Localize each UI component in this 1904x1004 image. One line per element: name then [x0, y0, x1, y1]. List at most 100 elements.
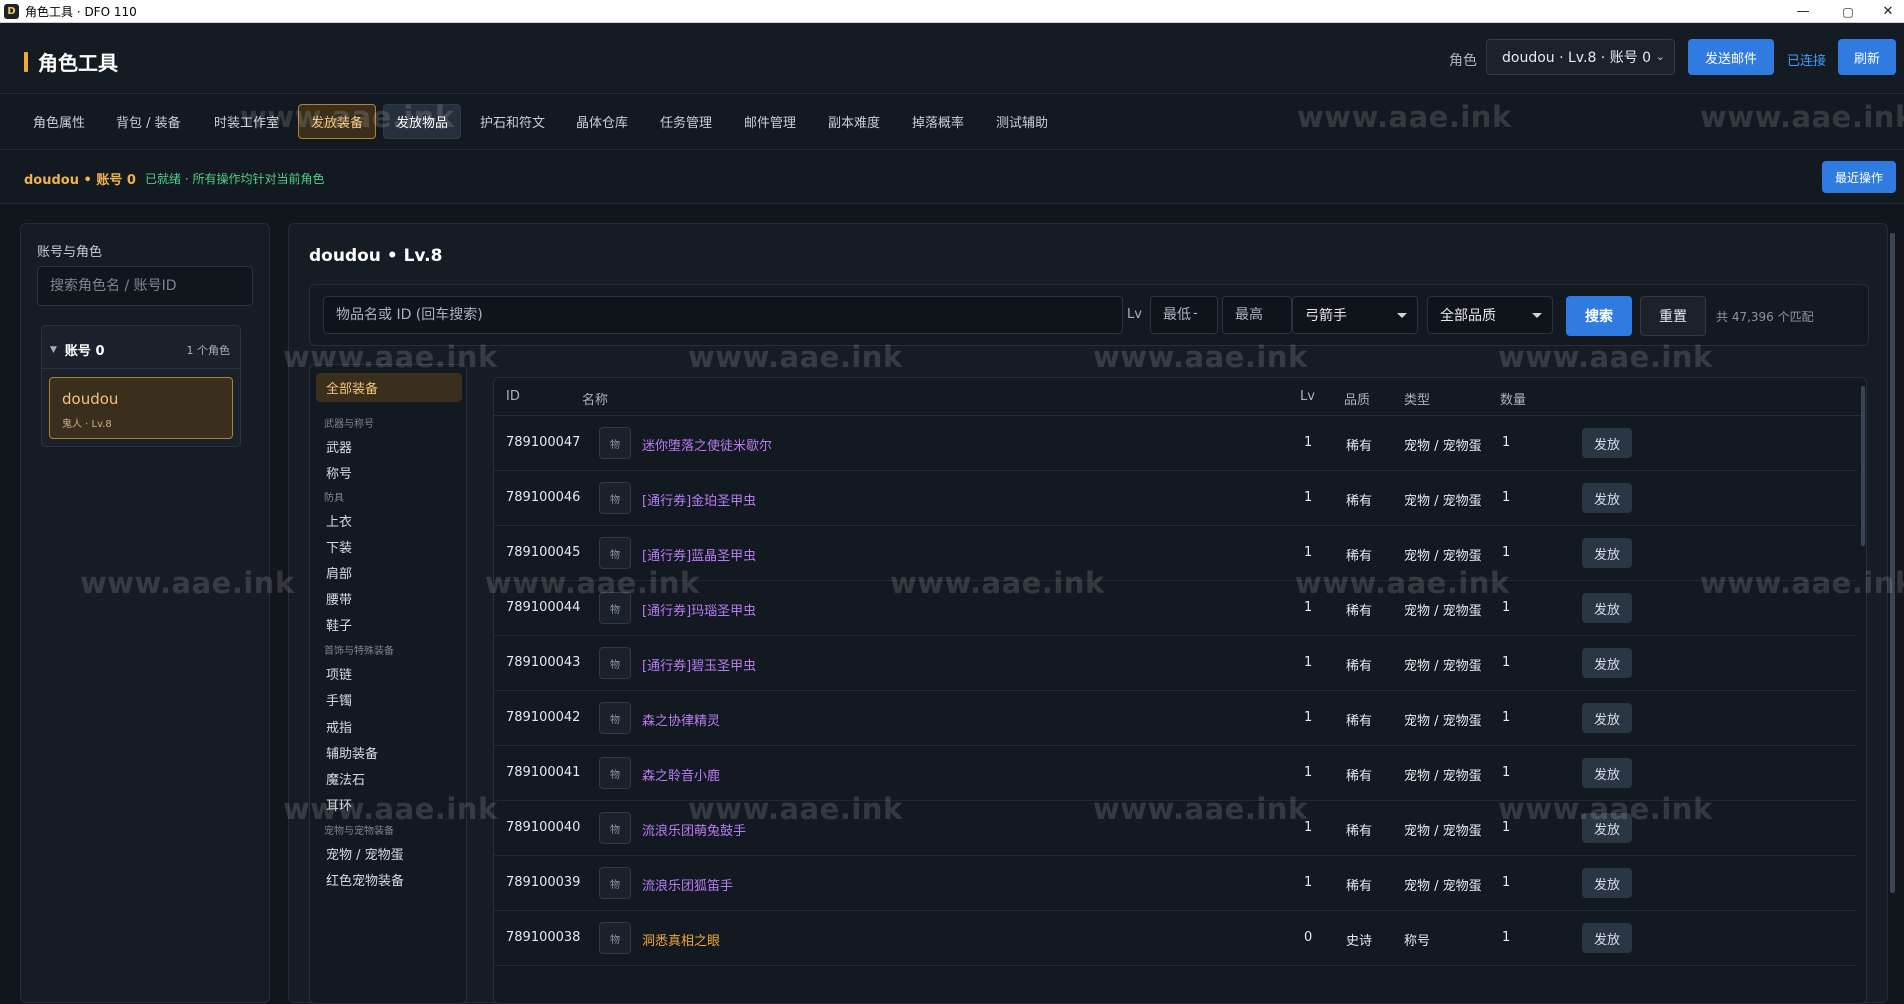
item-name[interactable]: 森之聆音小鹿 — [642, 765, 720, 784]
class-select-value: 弓箭手 — [1305, 308, 1347, 324]
tab-talisman-runes[interactable]: 护石和符文 — [468, 104, 557, 139]
lv-max-input[interactable] — [1222, 296, 1292, 334]
tab-inventory-equipment[interactable]: 背包 / 装备 — [104, 104, 193, 139]
tab-character-attributes[interactable]: 角色属性 — [21, 104, 97, 139]
category-item[interactable]: 红色宠物装备 — [326, 870, 404, 889]
lv-min-input[interactable] — [1150, 296, 1218, 334]
item-type: 宠物 / 宠物蛋 — [1404, 824, 1482, 839]
maximize-icon[interactable]: ▢ — [1826, 0, 1870, 23]
category-item[interactable]: 戒指 — [326, 717, 352, 736]
main-panel: doudou • Lv.8 Lv - 弓箭手 全部品质 搜索 重置 共 47,3… — [288, 223, 1888, 1004]
table-row: 789100043 物 [通行券]碧玉圣甲虫 1 稀有 宠物 / 宠物蛋 1 发放 — [494, 636, 1857, 691]
item-name[interactable]: 流浪乐团狐笛手 — [642, 875, 733, 894]
character-card[interactable]: doudou 鬼人 · Lv.8 — [49, 377, 233, 439]
item-id: 789100045 — [506, 545, 581, 560]
account-header[interactable]: ▼ 账号 0 — [50, 340, 105, 359]
item-name[interactable]: [通行券]玛瑙圣甲虫 — [642, 600, 756, 619]
item-id: 789100043 — [506, 655, 581, 670]
window-titlebar: D 角色工具 · DFO 110 — ▢ ✕ — [0, 0, 1904, 23]
item-lv: 1 — [1304, 765, 1313, 780]
tab-drop-rate[interactable]: 掉落概率 — [900, 104, 976, 139]
send-item-button[interactable]: 发放 — [1582, 868, 1632, 898]
category-item[interactable]: 肩部 — [326, 563, 352, 582]
brand: 角色工具 — [24, 47, 118, 76]
send-item-button[interactable]: 发放 — [1582, 538, 1632, 568]
send-item-button[interactable]: 发放 — [1582, 483, 1632, 513]
role-select[interactable]: doudou · Lv.8 · 账号 0 ⌄ — [1486, 39, 1675, 75]
send-item-button[interactable]: 发放 — [1582, 428, 1632, 458]
category-item[interactable]: 手镯 — [326, 690, 352, 709]
refresh-button[interactable]: 刷新 — [1838, 39, 1896, 75]
role-search-input[interactable] — [37, 266, 253, 306]
category-item[interactable]: 耳环 — [326, 795, 352, 814]
tab-test-tools[interactable]: 测试辅助 — [984, 104, 1060, 139]
category-item[interactable]: 下装 — [326, 537, 352, 556]
category-item[interactable]: 宠物 / 宠物蛋 — [326, 844, 404, 863]
category-item[interactable]: 项链 — [326, 664, 352, 683]
category-item[interactable]: 称号 — [326, 463, 352, 482]
table-scrollbar[interactable] — [1861, 386, 1865, 546]
item-thumbnail: 物 — [599, 482, 631, 514]
send-item-button[interactable]: 发放 — [1582, 593, 1632, 623]
item-thumbnail: 物 — [599, 592, 631, 624]
item-qty: 1 — [1502, 655, 1511, 670]
send-item-button[interactable]: 发放 — [1582, 648, 1632, 678]
item-qty: 1 — [1502, 600, 1511, 615]
item-name[interactable]: [通行券]碧玉圣甲虫 — [642, 655, 756, 674]
item-thumbnail: 物 — [599, 812, 631, 844]
item-name[interactable]: 森之协律精灵 — [642, 710, 720, 729]
close-icon[interactable]: ✕ — [1866, 0, 1904, 23]
item-name[interactable]: [通行券]金珀圣甲虫 — [642, 490, 756, 509]
item-name[interactable]: 迷你堕落之使徒米歇尔 — [642, 435, 772, 454]
class-select[interactable]: 弓箭手 — [1292, 296, 1418, 334]
item-name[interactable]: 洞悉真相之眼 — [642, 930, 720, 949]
send-item-button[interactable]: 发放 — [1582, 923, 1632, 953]
divider — [42, 368, 240, 369]
item-qty: 1 — [1502, 875, 1511, 890]
role-label: 角色 — [1449, 53, 1477, 69]
account-name: 账号 0 — [64, 344, 105, 359]
category-item[interactable]: 武器 — [326, 437, 352, 456]
item-qty: 1 — [1502, 545, 1511, 560]
item-name[interactable]: [通行券]蓝晶圣甲虫 — [642, 545, 756, 564]
category-item[interactable]: 魔法石 — [326, 769, 365, 788]
table-row: 789100042 物森之协律精灵 1 稀有 宠物 / 宠物蛋 1 发放 — [494, 691, 1857, 746]
item-quality: 稀有 — [1346, 549, 1373, 564]
item-type: 称号 — [1404, 934, 1431, 949]
column-header: 类型 — [1404, 393, 1431, 408]
category-list: 全部装备 武器与称号 武器 称号 防具 上衣 下装 肩部 腰带 鞋子 首饰与特殊… — [309, 364, 467, 1004]
item-lv: 1 — [1304, 545, 1313, 560]
table-row: 789100044 物 [通行券]玛瑙圣甲虫 1 稀有 宠物 / 宠物蛋 1 发放 — [494, 581, 1857, 636]
category-item[interactable]: 上衣 — [326, 511, 352, 530]
item-search-input[interactable] — [323, 296, 1123, 334]
reset-button[interactable]: 重置 — [1640, 296, 1706, 336]
category-item[interactable]: 腰带 — [326, 589, 352, 608]
tab-issue-equipment[interactable]: 发放装备 — [298, 104, 377, 139]
send-mail-button[interactable]: 发送邮件 — [1688, 39, 1774, 75]
recent-ops-button[interactable]: 最近操作 — [1822, 161, 1896, 193]
tab-crystal-storage[interactable]: 晶体仓库 — [564, 104, 640, 139]
category-group-label: 防具 — [324, 493, 344, 504]
minimize-icon[interactable]: — — [1781, 0, 1825, 23]
category-item[interactable]: 鞋子 — [326, 615, 352, 634]
item-name[interactable]: 流浪乐团萌兔鼓手 — [642, 820, 746, 839]
item-id: 789100041 — [506, 765, 581, 780]
item-thumbnail: 物 — [599, 757, 631, 789]
send-item-button[interactable]: 发放 — [1582, 703, 1632, 733]
tab-avatar-studio[interactable]: 时装工作室 — [202, 104, 291, 139]
send-item-button[interactable]: 发放 — [1582, 758, 1632, 788]
category-item[interactable]: 辅助装备 — [326, 743, 378, 762]
table-row: 789100045 物 [通行券]蓝晶圣甲虫 1 稀有 宠物 / 宠物蛋 1 发放 — [494, 526, 1857, 581]
tab-dungeon-difficulty[interactable]: 副本难度 — [816, 104, 892, 139]
item-type: 宠物 / 宠物蛋 — [1404, 549, 1482, 564]
send-item-button[interactable]: 发放 — [1582, 813, 1632, 843]
item-lv: 1 — [1304, 875, 1313, 890]
category-all[interactable]: 全部装备 — [316, 373, 462, 402]
page-scrollbar[interactable] — [1890, 233, 1895, 893]
tab-mail-management[interactable]: 邮件管理 — [732, 104, 808, 139]
quality-select[interactable]: 全部品质 — [1427, 296, 1553, 334]
item-thumbnail: 物 — [599, 427, 631, 459]
tab-issue-items[interactable]: 发放物品 — [383, 104, 462, 139]
search-button[interactable]: 搜索 — [1566, 296, 1632, 336]
tab-quest-management[interactable]: 任务管理 — [648, 104, 724, 139]
